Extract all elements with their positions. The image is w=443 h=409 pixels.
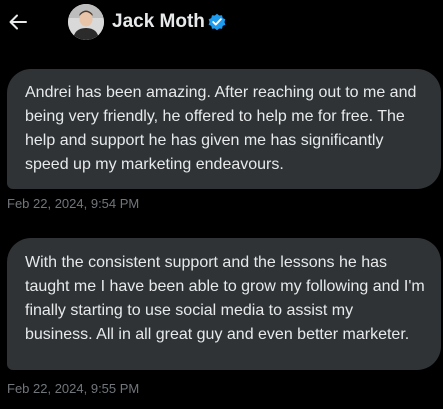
contact-name[interactable]: Jack Moth <box>112 10 205 34</box>
message-timestamp: Feb 22, 2024, 9:55 PM <box>7 381 140 396</box>
message-timestamp: Feb 22, 2024, 9:54 PM <box>7 196 140 211</box>
conversation-header: Jack Moth <box>0 0 443 46</box>
avatar[interactable] <box>68 4 104 40</box>
message-bubble[interactable]: With the consistent support and the less… <box>7 238 441 370</box>
verified-badge-icon <box>208 13 226 31</box>
arrow-left-icon <box>9 14 27 30</box>
message-bubble[interactable]: Andrei has been amazing. After reaching … <box>7 69 441 189</box>
back-button[interactable] <box>8 8 28 36</box>
